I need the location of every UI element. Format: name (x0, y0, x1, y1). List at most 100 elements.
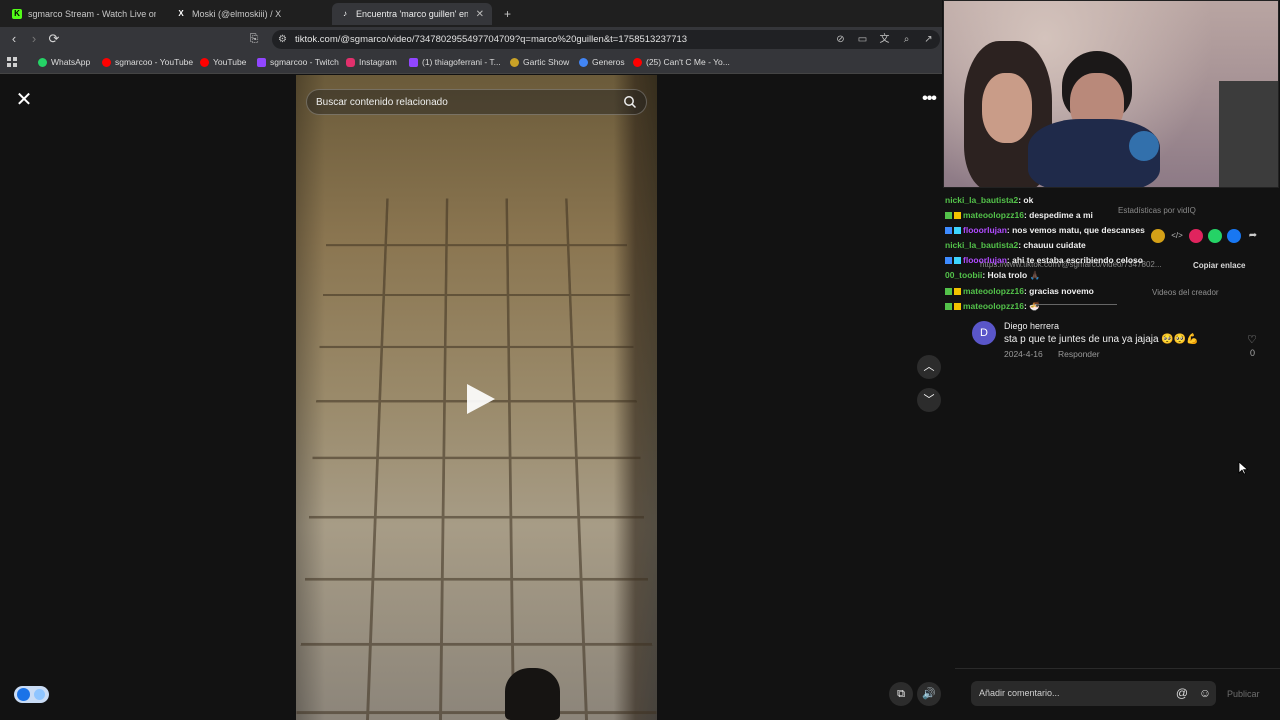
volume-icon[interactable]: 🔊 (917, 682, 941, 706)
video-frame (296, 198, 657, 720)
bookmark-item[interactable]: sgmarcoo - Twitch (257, 57, 339, 67)
more-options-icon[interactable]: ••• (917, 89, 941, 111)
kick-icon: K (12, 9, 22, 19)
comment-username[interactable]: Diego herrera (1004, 321, 1059, 331)
comment-placeholder: Añadir comentario... (979, 688, 1060, 698)
bookmark-label: Generos (592, 57, 625, 67)
youtube-icon (200, 57, 209, 67)
chat-message: mateoolopzz16: gracias novemo (945, 286, 1094, 296)
bookmark-label: (25) Can't C Me - Yo... (646, 57, 730, 67)
bookmark-icon[interactable]: ⎘ (246, 31, 262, 47)
bookmark-item[interactable]: (1) thiagoferrani - T... (409, 57, 501, 67)
webcam-light (1129, 131, 1159, 161)
navigation-bar: ‹ › ⟳ ⎘ ⚙ tiktok.com/@sgmarco/video/7347… (0, 27, 942, 52)
youtube-icon (102, 57, 111, 67)
no-tracking-icon[interactable]: ⊘ (834, 33, 847, 46)
badge-icon (954, 212, 961, 220)
apps-icon[interactable] (7, 57, 18, 68)
chat-message: nicki_la_bautista2: chauuu cuidate (945, 240, 1086, 250)
mention-icon[interactable]: @ (1175, 686, 1189, 700)
mouse-cursor-icon (1238, 461, 1248, 475)
chat-text: : nos vemos matu, que descanses (1006, 225, 1145, 235)
whatsapp-icon (38, 57, 47, 67)
badge-icon (954, 227, 961, 235)
webcam-face-left (982, 73, 1032, 143)
twitch-icon (409, 57, 418, 67)
chat-message: flooorlujan: ahi te estaba escribiendo c… (945, 255, 1143, 265)
emoji-icon[interactable]: ☺ (1198, 686, 1212, 700)
chat-username: mateoolopzz16 (963, 210, 1024, 220)
chat-text: : ahi te estaba escribiendo celoso (1006, 255, 1143, 265)
comment-input[interactable]: Añadir comentario... @ ☺ (971, 681, 1216, 706)
badge-icon (945, 288, 952, 296)
youtube-icon (633, 57, 642, 67)
chat-text: : gracias novemo (1023, 286, 1094, 296)
tab-x[interactable]: X Moski (@elmoskiii) / X (168, 3, 328, 25)
reply-button[interactable]: Responder (1058, 349, 1100, 359)
bookmark-item[interactable]: Instagram (346, 57, 397, 67)
avatar[interactable]: D (972, 321, 996, 345)
close-icon[interactable]: ✕ (13, 89, 35, 111)
close-tab-icon[interactable]: ✕ (470, 9, 484, 20)
bookmark-label: sgmarcoo - Twitch (270, 57, 339, 67)
reload-icon[interactable]: ⟳ (46, 31, 62, 47)
globe-icon (579, 57, 588, 67)
chevron-down-icon[interactable]: ﹀ (917, 388, 941, 412)
bookmark-label: Gartic Show (523, 57, 570, 67)
bookmark-label: YouTube (213, 57, 247, 67)
related-search-placeholder: Buscar contenido relacionado (316, 97, 448, 108)
address-bar[interactable]: ⚙ tiktok.com/@sgmarco/video/734780295549… (272, 30, 940, 49)
chat-text: : 🍜 (1023, 301, 1040, 311)
bookmark-label: Instagram (359, 57, 397, 67)
tab-tiktok[interactable]: ♪ Encuentra 'marco guillen' en TikTok ✕ (332, 3, 492, 25)
share-icon[interactable]: ↗ (922, 33, 935, 46)
browser-tab-strip: K sgmarco Stream - Watch Live on Kick X … (0, 0, 942, 27)
bookmark-item[interactable]: Generos (579, 57, 625, 67)
new-tab-button[interactable]: + (496, 3, 516, 25)
chat-message: nicki_la_bautista2: ok (945, 195, 1033, 205)
bookmark-item[interactable]: YouTube (200, 57, 246, 67)
badge-icon (954, 257, 961, 265)
bookmark-item[interactable]: sgmarcoo - YouTube (102, 57, 193, 67)
publish-button[interactable]: Publicar (1227, 689, 1260, 699)
cast-icon[interactable]: ▭ (856, 33, 869, 46)
back-icon[interactable]: ‹ (6, 31, 22, 47)
chevron-up-icon[interactable]: ︿ (917, 355, 941, 379)
search-icon[interactable] (623, 95, 637, 109)
tiktok-icon: ♪ (343, 9, 347, 18)
forward-icon[interactable]: › (26, 31, 42, 47)
comment-item: D Diego herrera sta p que te juntes de u… (972, 318, 1272, 363)
gartic-icon (510, 57, 519, 67)
bookmark-item[interactable]: WhatsApp (38, 57, 90, 67)
tab-kick[interactable]: K sgmarco Stream - Watch Live on Kick (4, 3, 164, 25)
related-search-input[interactable]: Buscar contenido relacionado (306, 89, 647, 115)
heart-icon[interactable]: ♡ (1247, 334, 1259, 346)
translate-icon[interactable]: 文 (878, 33, 891, 46)
badge-icon (954, 288, 961, 296)
chat-username: nicki_la_bautista2 (945, 195, 1019, 205)
badge-icon (954, 303, 961, 311)
bookmark-item[interactable]: Gartic Show (510, 57, 569, 67)
instagram-icon (346, 57, 355, 67)
bookmark-label: sgmarcoo - YouTube (115, 57, 194, 67)
bookmark-label: (1) thiagoferrani - T... (422, 57, 501, 67)
toggle-knob (17, 688, 30, 701)
chat-message: mateoolopzz16: 🍜 (945, 301, 1040, 312)
chat-username: mateoolopzz16 (963, 286, 1024, 296)
chat-message: flooorlujan: nos vemos matu, que descans… (945, 225, 1145, 235)
bookmark-label: WhatsApp (51, 57, 91, 67)
comment-composer: Añadir comentario... @ ☺ Publicar (955, 668, 1280, 720)
chat-text: : Hola trolo 🙏🏿 (982, 270, 1041, 280)
zoom-icon[interactable]: ⌕ (900, 33, 913, 46)
toggle-dot (34, 689, 45, 700)
badge-icon (945, 227, 952, 235)
play-icon[interactable] (461, 380, 499, 418)
chat-username: flooorlujan (963, 255, 1007, 265)
twitch-icon (257, 57, 266, 67)
chat-username: nicki_la_bautista2 (945, 240, 1019, 250)
extension-toggle[interactable] (14, 686, 49, 703)
pip-icon[interactable]: ⧉ (889, 682, 913, 706)
chat-username: flooorlujan (963, 225, 1007, 235)
bookmark-item[interactable]: (25) Can't C Me - Yo... (633, 57, 730, 67)
site-info-icon[interactable]: ⚙ (276, 33, 289, 46)
